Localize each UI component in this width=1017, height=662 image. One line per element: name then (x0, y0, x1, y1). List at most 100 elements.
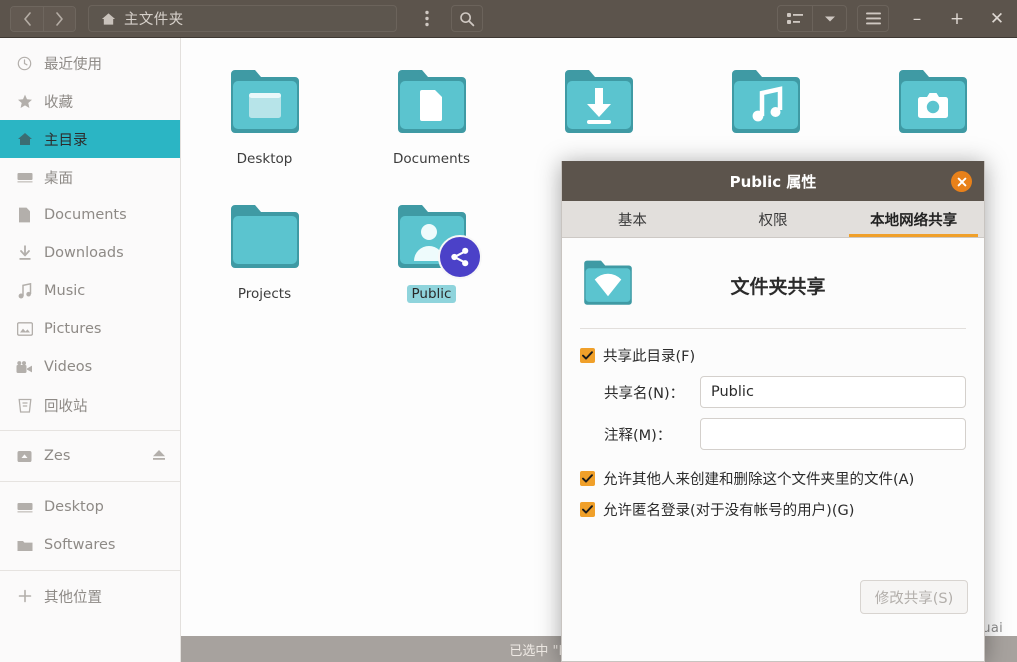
sidebar-item-label: 其他位置 (44, 589, 102, 606)
sidebar-item-label: Pictures (44, 321, 102, 337)
sidebar-item-home[interactable]: 主目录 (0, 120, 180, 158)
share-header: 文件夹共享 (580, 254, 966, 316)
file-item-desktop[interactable]: Desktop (181, 56, 348, 191)
desktop-icon (16, 501, 33, 514)
file-item-label: Documents (393, 151, 470, 167)
dialog-divider (580, 328, 966, 329)
path-label: 主文件夹 (124, 12, 184, 28)
chevron-right-icon (56, 11, 63, 26)
sidebar-divider (0, 430, 180, 431)
apply-share-button[interactable]: 修改共享(S) (860, 580, 968, 614)
path-bar[interactable]: 主文件夹 (88, 5, 397, 32)
allow-create-delete-label: 允许其他人来创建和删除这个文件夹里的文件(A) (603, 472, 915, 488)
minimize-button[interactable]: – (897, 0, 937, 38)
share-name-label: 共享名(N)： (604, 385, 685, 402)
close-icon[interactable] (951, 171, 972, 192)
folder-share-icon (580, 256, 636, 314)
chevron-left-icon (23, 11, 31, 26)
search-icon (459, 11, 474, 26)
dialog-tabs: 基本 权限 本地网络共享 (562, 201, 984, 238)
clock-icon (16, 56, 33, 71)
tab-permissions[interactable]: 权限 (703, 201, 844, 237)
download-icon (16, 245, 33, 261)
file-item-documents[interactable]: Documents (348, 56, 515, 191)
allow-guest-label: 允许匿名登录(对于没有帐号的用户)(G) (603, 503, 855, 519)
allow-guest-checkbox-row[interactable]: 允许匿名登录(对于没有帐号的用户)(G) (580, 499, 966, 520)
sidebar-item-music[interactable]: Music (0, 272, 180, 310)
folder-documents-icon (392, 64, 472, 140)
sidebar-item-desktop[interactable]: 桌面 (0, 158, 180, 196)
sidebar-item-label: Softwares (44, 537, 116, 553)
sidebar-item-other-locations[interactable]: 其他位置 (0, 577, 180, 615)
header-bar: 主文件夹 – + ✕ (0, 0, 1017, 38)
home-icon (16, 132, 33, 146)
sidebar-item-label: 主目录 (44, 132, 88, 149)
navigation-buttons (10, 5, 76, 32)
sidebar: 最近使用 收藏 主目录 桌面 Documents Downloads Music… (0, 38, 181, 662)
search-button[interactable] (450, 5, 483, 32)
back-button[interactable] (11, 6, 43, 31)
document-icon (16, 207, 33, 223)
enable-share-checkbox-row[interactable]: 共享此目录(F) (580, 345, 966, 366)
sidebar-item-downloads[interactable]: Downloads (0, 234, 180, 272)
sidebar-item-label: Downloads (44, 245, 124, 261)
sidebar-item-zes[interactable]: Zes (0, 437, 180, 475)
file-item-public[interactable]: Public (348, 191, 515, 326)
file-manager-window: 主文件夹 – + ✕ 最近使用 收藏 主目录 桌面 Documents Down… (0, 0, 1017, 662)
sidebar-item-starred[interactable]: 收藏 (0, 82, 180, 120)
sidebar-item-label: 最近使用 (44, 56, 102, 73)
sidebar-item-bookmark-desktop[interactable]: Desktop (0, 488, 180, 526)
checkbox-checked-icon[interactable] (580, 502, 595, 517)
sidebar-item-recent[interactable]: 最近使用 (0, 44, 180, 82)
tab-basic[interactable]: 基本 (562, 201, 703, 237)
file-item-projects[interactable]: Projects (181, 191, 348, 326)
folder-public-icon (392, 199, 482, 279)
hamburger-menu-icon (865, 12, 881, 25)
folder-music-icon (726, 64, 806, 140)
sidebar-item-documents[interactable]: Documents (0, 196, 180, 234)
allow-create-delete-checkbox-row[interactable]: 允许其他人来创建和删除这个文件夹里的文件(A) (580, 468, 966, 489)
dialog-title-bar: Public 属性 (562, 161, 984, 201)
checkbox-checked-icon[interactable] (580, 348, 595, 363)
sidebar-item-pictures[interactable]: Pictures (0, 310, 180, 348)
star-icon (16, 94, 33, 109)
checkbox-checked-icon[interactable] (580, 471, 595, 486)
home-icon (101, 12, 116, 25)
comment-input[interactable] (700, 418, 966, 450)
chevron-down-icon (824, 16, 835, 21)
view-dropdown-button[interactable] (812, 6, 846, 31)
more-options-button[interactable] (411, 5, 443, 32)
properties-dialog: Public 属性 基本 权限 本地网络共享 文件夹共享 共享此目录(F) 共享… (561, 161, 985, 662)
sidebar-item-bookmark-softwares[interactable]: Softwares (0, 526, 180, 564)
sidebar-item-label: Desktop (44, 499, 104, 515)
picture-icon (16, 322, 33, 336)
sidebar-item-label: Documents (44, 207, 127, 223)
forward-button[interactable] (43, 6, 75, 31)
tab-local-network-share[interactable]: 本地网络共享 (843, 201, 984, 237)
music-icon (16, 283, 33, 299)
close-glyph (957, 177, 966, 186)
trash-icon (16, 397, 33, 413)
sidebar-divider (0, 570, 180, 571)
dialog-body: 文件夹共享 共享此目录(F) 共享名(N)： Public 注释(M)： 允许其… (562, 238, 984, 520)
sidebar-item-label: Zes (44, 448, 71, 464)
dialog-title: Public 属性 (729, 172, 817, 191)
maximize-button[interactable]: + (937, 0, 977, 38)
sidebar-item-trash[interactable]: 回收站 (0, 386, 180, 424)
eject-icon[interactable] (152, 449, 166, 464)
list-view-button[interactable] (778, 6, 812, 31)
sidebar-item-label: 收藏 (44, 94, 73, 111)
video-icon (16, 360, 33, 374)
dialog-footer: 修改共享(S) (860, 580, 968, 614)
folder-icon (225, 199, 305, 275)
list-view-icon (787, 12, 803, 24)
main-menu-button[interactable] (857, 5, 889, 32)
close-window-button[interactable]: ✕ (977, 0, 1017, 38)
sidebar-item-label: Music (44, 283, 86, 299)
file-item-label: Projects (237, 286, 292, 302)
share-name-row: 共享名(N)： Public (604, 376, 966, 408)
share-name-input[interactable]: Public (700, 376, 966, 408)
sidebar-item-videos[interactable]: Videos (0, 348, 180, 386)
folder-downloads-icon (559, 64, 639, 140)
sidebar-divider (0, 481, 180, 482)
